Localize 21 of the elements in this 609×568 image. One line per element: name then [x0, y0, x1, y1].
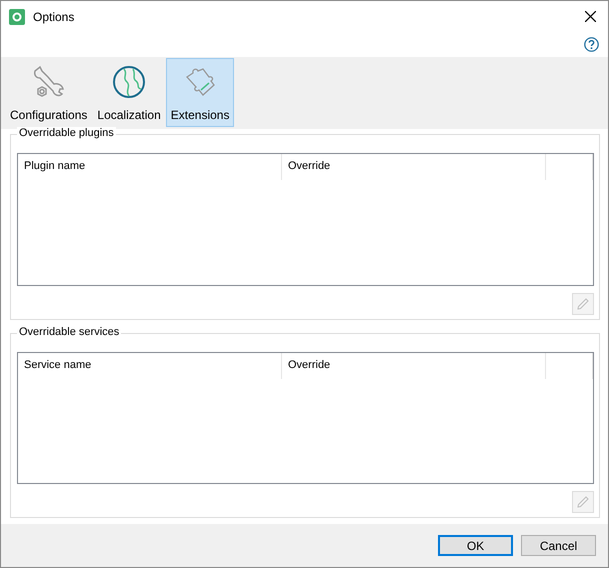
pencil-icon — [576, 495, 590, 509]
close-icon[interactable] — [585, 11, 596, 22]
column-header[interactable]: Plugin name — [18, 154, 282, 180]
column-header[interactable]: Service name — [18, 352, 282, 378]
options-tab[interactable]: Localization — [92, 58, 166, 127]
app-icon — [9, 8, 25, 24]
column-header[interactable]: Override — [282, 154, 546, 180]
group-title: Overridable services — [17, 326, 122, 338]
list-view[interactable]: Plugin name Override — [17, 153, 594, 286]
wrench-icon — [32, 65, 66, 99]
dialog-button[interactable]: OK — [438, 535, 513, 556]
dialog-button[interactable]: Cancel — [521, 535, 596, 556]
pencil-icon — [576, 296, 590, 310]
column-header[interactable]: Override — [282, 352, 546, 378]
options-tab[interactable]: Extensions — [166, 58, 234, 127]
options-tab[interactable]: Configurations — [5, 58, 92, 127]
help-icon[interactable] — [584, 37, 599, 52]
list-view[interactable]: Service name Override — [17, 352, 594, 484]
window-title: Options — [33, 10, 76, 24]
group-title: Overridable plugins — [17, 127, 116, 139]
globe-icon — [112, 65, 146, 99]
